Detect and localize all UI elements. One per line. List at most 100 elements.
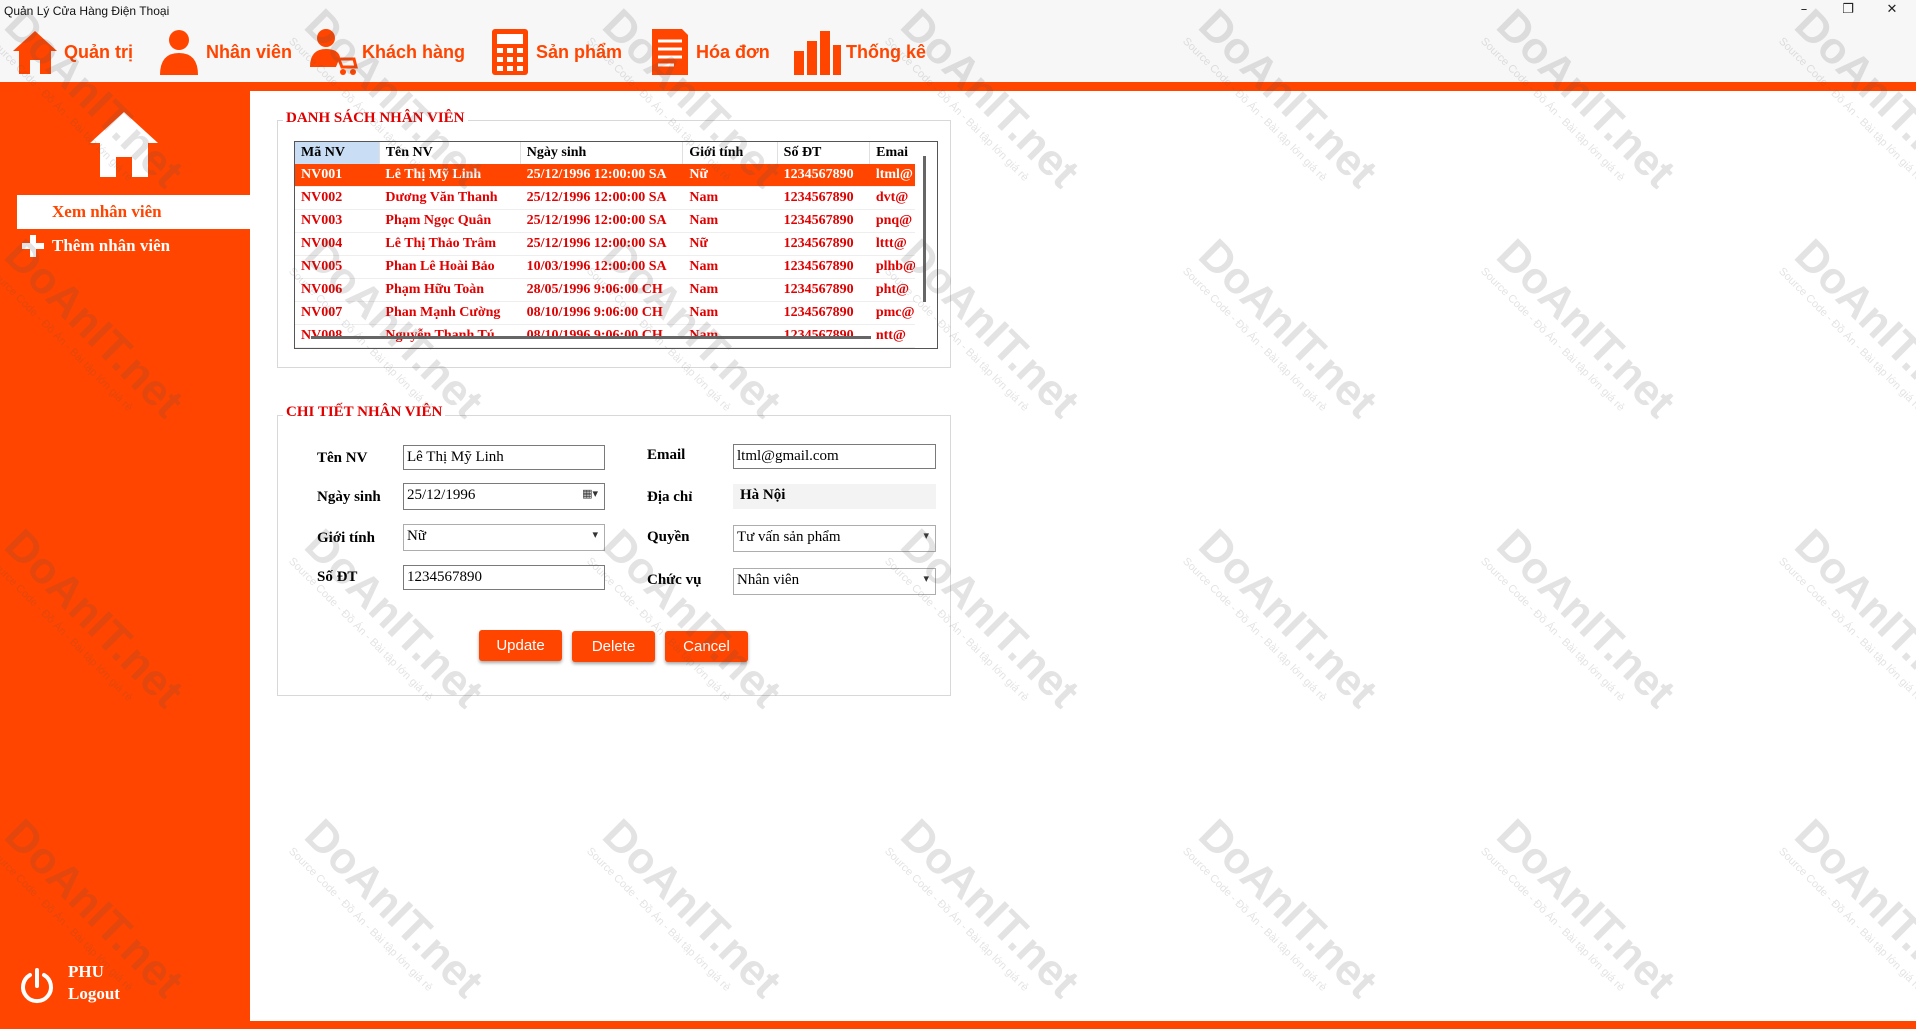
- position-value: Nhân viên: [737, 572, 800, 588]
- table-cell: Nữ: [689, 167, 708, 182]
- minimize-button[interactable]: –: [1782, 0, 1826, 22]
- table-cell: 25/12/1996 12:00:00 SA: [526, 236, 667, 251]
- table-row[interactable]: NV001 Lê Thị Mỹ Linh 25/12/1996 12:00:00 S…: [295, 164, 915, 187]
- name-input[interactable]: [403, 445, 605, 470]
- column-header[interactable]: Mã NV: [295, 142, 380, 164]
- watermark-tagline: Source Code - Đồ Án - Bài tập lớn giá rẻ: [1776, 265, 1916, 414]
- user-name: PHU: [68, 962, 104, 981]
- table-cell: Lê Thị Thảo Trâm: [385, 236, 496, 251]
- sidebar-item-xem-nhan-vien[interactable]: Xem nhân viên: [17, 195, 250, 229]
- top-menu: Quản trị Nhân viên Khách hàng Sản phẩm H…: [0, 22, 1916, 82]
- table-cell: plhb@: [875, 259, 915, 274]
- email-input[interactable]: [733, 444, 936, 469]
- table-cell: Nữ: [689, 236, 708, 251]
- menu-hoa-don[interactable]: Hóa đơn: [648, 22, 770, 82]
- table-cell: NV003: [301, 213, 343, 228]
- column-header[interactable]: Số ĐT: [778, 142, 871, 164]
- watermark: DoAnIT.netSource Code - Đồ Án - Bài tập …: [1478, 230, 1684, 436]
- vertical-scrollbar[interactable]: [923, 156, 926, 302]
- watermark: DoAnIT.netSource Code - Đồ Án - Bài tập …: [1180, 230, 1386, 436]
- table-cell: NV002: [301, 190, 343, 205]
- dob-value: 25/12/1996: [407, 487, 476, 503]
- home-icon: [13, 31, 57, 74]
- table-row[interactable]: NV003 Phạm Ngọc Quân 25/12/1996 12:00:00 S…: [295, 210, 915, 233]
- table-cell: Nam: [689, 190, 719, 205]
- watermark-brand: DoAnIT.net: [1785, 520, 1916, 718]
- table-cell: 08/10/1996 9:06:00 CH: [526, 305, 663, 320]
- menu-thong-ke[interactable]: Thống kê: [792, 22, 926, 82]
- column-header[interactable]: Tên NV: [380, 142, 521, 164]
- table-cell: NV006: [301, 282, 343, 297]
- menu-label: Hóa đơn: [696, 41, 770, 62]
- watermark: DoAnIT.netSource Code - Đồ Án - Bài tập …: [1180, 810, 1386, 1016]
- grid-header: Mã NV Tên NV Ngày sinh Giới tính Số ĐT E…: [295, 142, 915, 165]
- logout-label: Logout: [68, 984, 120, 1003]
- menu-quan-tri[interactable]: Quản trị: [10, 22, 133, 82]
- table-cell: pht@: [875, 282, 910, 297]
- watermark-brand: DoAnIT.net: [1189, 230, 1387, 428]
- watermark-tagline: Source Code - Đồ Án - Bài tập lớn giá rẻ: [1478, 845, 1627, 994]
- delete-button[interactable]: Delete: [572, 631, 655, 662]
- close-button[interactable]: ✕: [1870, 0, 1914, 22]
- dob-label: Ngày sinh: [317, 489, 381, 505]
- table-cell: Dương Văn Thanh: [385, 190, 498, 205]
- gender-select[interactable]: Nữ ▾: [403, 524, 605, 551]
- chevron-down-icon[interactable]: ▾: [592, 528, 598, 541]
- employee-grid[interactable]: Mã NV Tên NV Ngày sinh Giới tính Số ĐT E…: [294, 141, 938, 349]
- table-cell: ltml@: [875, 167, 913, 182]
- gender-label: Giới tính: [317, 530, 375, 546]
- sidebar: Xem nhân viên Thêm nhân viên PHU Logout: [0, 91, 250, 1021]
- table-cell: 28/05/1996 9:06:00 CH: [526, 282, 663, 297]
- table-cell: 25/12/1996 12:00:00 SA: [526, 213, 667, 228]
- column-header[interactable]: Giới tính: [683, 142, 778, 164]
- column-header[interactable]: Emai: [870, 142, 915, 164]
- menu-san-pham[interactable]: Sản phẩm: [488, 22, 622, 82]
- cancel-button[interactable]: Cancel: [665, 631, 748, 662]
- sidebar-item-label: Thêm nhân viên: [52, 236, 171, 255]
- menu-khach-hang[interactable]: Khách hàng: [308, 22, 465, 82]
- role-select[interactable]: Tư vấn sản phẩm ▾: [733, 525, 936, 552]
- position-select[interactable]: Nhân viên ▾: [733, 568, 936, 595]
- dob-datepicker[interactable]: 25/12/1996 ▦▾: [403, 483, 605, 510]
- table-row[interactable]: NV006 Phạm Hữu Toàn 28/05/1996 9:06:00 CH N…: [295, 279, 915, 302]
- watermark-tagline: Source Code - Đồ Án - Bài tập lớn giá rẻ: [1776, 845, 1916, 994]
- phone-input[interactable]: [403, 565, 605, 590]
- bar-chart-icon: [794, 31, 841, 75]
- watermark: DoAnIT.netSource Code - Đồ Án - Bài tập …: [1776, 230, 1916, 436]
- name-label: Tên NV: [317, 450, 368, 466]
- menu-label: Nhân viên: [206, 41, 293, 62]
- maximize-button[interactable]: ❐: [1826, 0, 1870, 22]
- email-label: Email: [647, 447, 686, 463]
- table-cell: NV001: [301, 167, 343, 182]
- menu-label: Sản phẩm: [536, 41, 623, 62]
- table-row[interactable]: NV005 Phan Lê Hoài Bảo 10/03/1996 12:00:00…: [295, 256, 915, 279]
- position-label: Chức vụ: [647, 572, 702, 588]
- column-header[interactable]: Ngày sinh: [521, 142, 684, 164]
- watermark-tagline: Source Code - Đồ Án - Bài tập lớn giá rẻ: [1180, 555, 1329, 704]
- employee-list-title: DANH SÁCH NHÂN VIÊN: [283, 110, 468, 127]
- title-bar: Quản Lý Cửa Hàng Điện Thoại – ❐ ✕: [0, 0, 1916, 22]
- table-cell: 1234567890: [783, 190, 854, 205]
- power-icon: [21, 968, 53, 1004]
- update-button[interactable]: Update: [479, 630, 562, 661]
- table-row[interactable]: NV004 Lê Thị Thảo Trâm 25/12/1996 12:00:00…: [295, 233, 915, 256]
- gender-value: Nữ: [407, 528, 426, 544]
- table-row[interactable]: NV002 Dương Văn Thanh 25/12/1996 12:00:00 …: [295, 187, 915, 210]
- table-cell: Phạm Ngọc Quân: [385, 213, 492, 228]
- address-label: Địa chỉ: [647, 489, 693, 505]
- logout-button[interactable]: PHU Logout: [18, 961, 218, 1011]
- user-icon: [160, 30, 198, 75]
- calendar-icon[interactable]: ▦▾: [582, 487, 598, 500]
- menu-label: Khách hàng: [362, 41, 466, 62]
- menu-nhan-vien[interactable]: Nhân viên: [156, 22, 292, 82]
- chevron-down-icon[interactable]: ▾: [923, 572, 929, 585]
- menu-divider: [0, 82, 1916, 91]
- horizontal-scrollbar[interactable]: [311, 336, 871, 339]
- table-cell: Nam: [689, 259, 719, 274]
- table-row[interactable]: NV007 Phan Mạnh Cường 08/10/1996 9:06:00 C…: [295, 302, 915, 325]
- table-cell: lttt@: [875, 236, 907, 251]
- sidebar-item-them-nhan-vien[interactable]: Thêm nhân viên: [17, 229, 250, 263]
- table-cell: Nam: [689, 213, 719, 228]
- chevron-down-icon[interactable]: ▾: [923, 529, 929, 542]
- table-cell: Nam: [689, 305, 719, 320]
